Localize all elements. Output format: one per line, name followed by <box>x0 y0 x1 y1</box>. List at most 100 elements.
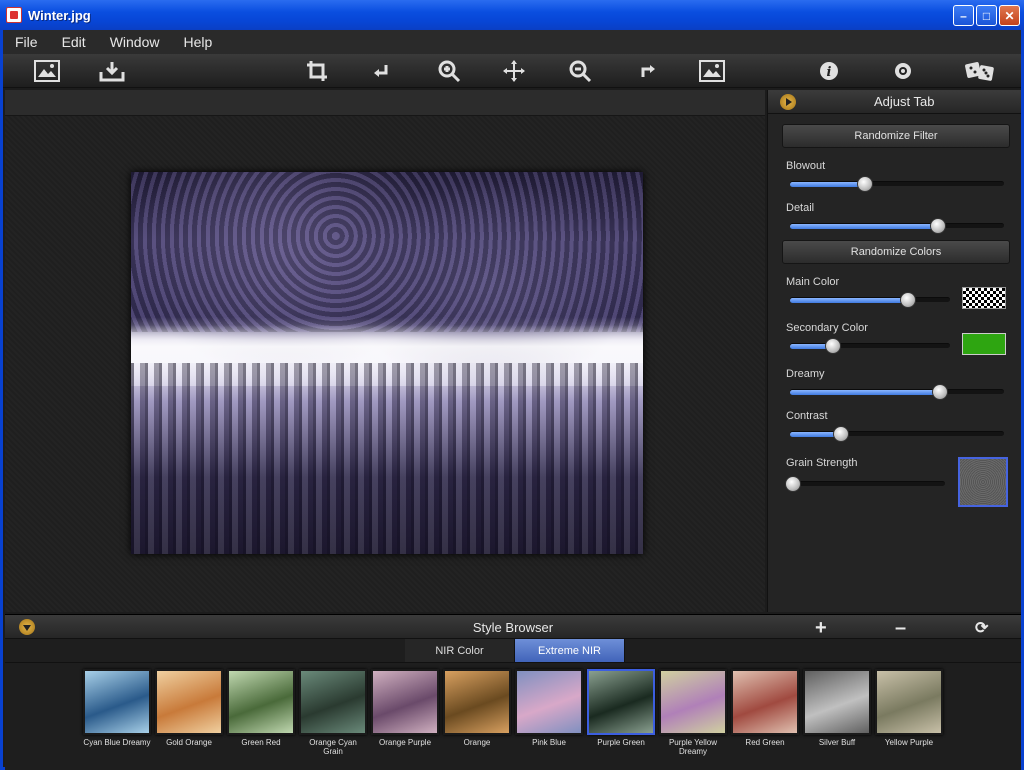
main-color-fill <box>790 298 909 303</box>
adjust-header: Adjust Tab <box>768 90 1021 114</box>
photo-forest-top <box>131 172 643 333</box>
app-icon <box>6 7 22 23</box>
style-thumb-label: Silver Buff <box>818 738 856 747</box>
style-thumb[interactable]: Yellow Purple <box>875 669 943 756</box>
window-title: Winter.jpg <box>28 7 91 23</box>
open-image-icon[interactable] <box>33 58 61 84</box>
save-icon[interactable] <box>98 58 126 84</box>
contrast-slider[interactable] <box>790 426 1004 442</box>
style-thumb[interactable]: Silver Buff <box>803 669 871 756</box>
title-bar[interactable]: Winter.jpg – □ ✕ <box>0 0 1024 30</box>
secondary-color-knob[interactable] <box>825 338 842 354</box>
style-browser-header: Style Browser + – ⟳ <box>5 615 1021 639</box>
style-thumb-label: Purple Green <box>597 738 645 747</box>
tab-divider <box>5 662 1021 663</box>
style-thumb[interactable]: Orange <box>443 669 511 756</box>
style-thumb[interactable]: Green Red <box>227 669 295 756</box>
style-thumb-image <box>227 669 295 735</box>
style-thumb-image <box>299 669 367 735</box>
style-thumb-label: Pink Blue <box>532 738 566 747</box>
secondary-color-label: Secondary Color <box>786 322 868 334</box>
style-thumb-label: Red Green <box>745 738 785 747</box>
grain-strength-label: Grain Strength <box>786 457 858 469</box>
zoom-in-icon[interactable] <box>435 58 463 84</box>
detail-label: Detail <box>786 202 815 214</box>
edited-photo[interactable] <box>131 172 643 554</box>
collapse-play-icon[interactable] <box>780 93 796 110</box>
maximize-button[interactable]: □ <box>976 5 997 26</box>
style-thumb-label: Green Red <box>241 738 281 747</box>
style-thumb-label: Cyan Blue Dreamy <box>83 738 151 747</box>
tab-nir-color[interactable]: NIR Color <box>405 639 515 663</box>
randomize-filter-button[interactable]: Randomize Filter <box>782 124 1010 148</box>
menu-edit[interactable]: Edit <box>50 34 98 50</box>
style-thumb[interactable]: Orange Cyan Grain <box>299 669 367 756</box>
style-thumb-image <box>803 669 871 735</box>
zoom-out-icon[interactable] <box>566 58 594 84</box>
main-color-label: Main Color <box>786 276 840 288</box>
grain-strength-slider[interactable] <box>785 476 945 492</box>
style-thumb[interactable]: Orange Purple <box>371 669 439 756</box>
style-thumb-label: Orange <box>463 738 491 747</box>
crop-icon[interactable] <box>303 58 331 84</box>
randomize-dice-icon[interactable] <box>963 58 997 84</box>
grain-strength-knob[interactable] <box>785 476 802 492</box>
style-tabs: NIR Color Extreme NIR <box>405 639 625 663</box>
minimize-button[interactable]: – <box>953 5 974 26</box>
style-thumb-image <box>659 669 727 735</box>
style-thumb-image <box>515 669 583 735</box>
blowout-slider[interactable] <box>790 176 1004 192</box>
menu-help[interactable]: Help <box>171 34 224 50</box>
settings-icon[interactable] <box>889 58 917 84</box>
dreamy-knob[interactable] <box>931 384 948 400</box>
adjust-panel: Adjust Tab Randomize Filter Blowout Deta… <box>767 90 1021 612</box>
detail-knob[interactable] <box>929 218 946 234</box>
app-window: Winter.jpg – □ ✕ File Edit Window Help i… <box>0 0 1024 770</box>
rotate-right-icon[interactable] <box>633 58 661 84</box>
menu-bar: File Edit Window Help <box>3 30 1021 54</box>
style-thumb[interactable]: Gold Orange <box>155 669 223 756</box>
style-thumb-image <box>83 669 151 735</box>
style-thumb-label: Purple Yellow Dreamy <box>668 738 718 756</box>
dreamy-label: Dreamy <box>786 368 825 380</box>
menu-file[interactable]: File <box>3 34 50 50</box>
style-thumb-label: Gold Orange <box>166 738 212 747</box>
rotate-left-icon[interactable] <box>368 58 396 84</box>
style-thumb[interactable]: Pink Blue <box>515 669 583 756</box>
info-icon[interactable]: i <box>815 58 843 84</box>
svg-text:i: i <box>827 65 832 80</box>
style-browser: Style Browser + – ⟳ NIR Color Extreme NI… <box>5 614 1021 770</box>
close-button[interactable]: ✕ <box>999 5 1020 26</box>
main-color-swatch[interactable] <box>962 287 1006 309</box>
fit-image-icon[interactable] <box>698 58 726 84</box>
secondary-color-slider[interactable] <box>790 338 950 354</box>
contrast-knob[interactable] <box>833 426 850 442</box>
grain-preview[interactable] <box>958 457 1008 507</box>
reset-icon[interactable]: ⟳ <box>975 618 988 638</box>
dreamy-slider[interactable] <box>790 384 1004 400</box>
style-thumbnails: Cyan Blue Dreamy Gold Orange Green Red Oran… <box>83 669 943 756</box>
blowout-knob[interactable] <box>856 176 873 192</box>
pan-icon[interactable] <box>500 58 528 84</box>
main-color-knob[interactable] <box>900 292 917 308</box>
remove-icon[interactable]: – <box>895 617 906 640</box>
toolbar: i <box>3 54 1021 88</box>
add-icon[interactable]: + <box>815 617 827 640</box>
tab-extreme-nir[interactable]: Extreme NIR <box>515 639 625 663</box>
detail-slider[interactable] <box>790 218 1004 234</box>
style-thumb[interactable]: Cyan Blue Dreamy <box>83 669 151 756</box>
style-thumb-label: Orange Cyan Grain <box>309 738 357 756</box>
image-canvas[interactable] <box>5 90 765 612</box>
style-thumb[interactable]: Purple Green <box>587 669 655 756</box>
canvas-header <box>5 90 765 116</box>
secondary-color-swatch[interactable] <box>962 333 1006 355</box>
style-thumb[interactable]: Purple Yellow Dreamy <box>659 669 727 756</box>
style-thumb-image <box>443 669 511 735</box>
randomize-colors-button[interactable]: Randomize Colors <box>782 240 1010 264</box>
main-color-slider[interactable] <box>790 292 950 308</box>
photo-trees <box>131 363 643 554</box>
style-browser-title: Style Browser <box>472 620 554 635</box>
style-thumb[interactable]: Red Green <box>731 669 799 756</box>
menu-window[interactable]: Window <box>98 34 172 50</box>
blowout-fill <box>790 182 865 187</box>
